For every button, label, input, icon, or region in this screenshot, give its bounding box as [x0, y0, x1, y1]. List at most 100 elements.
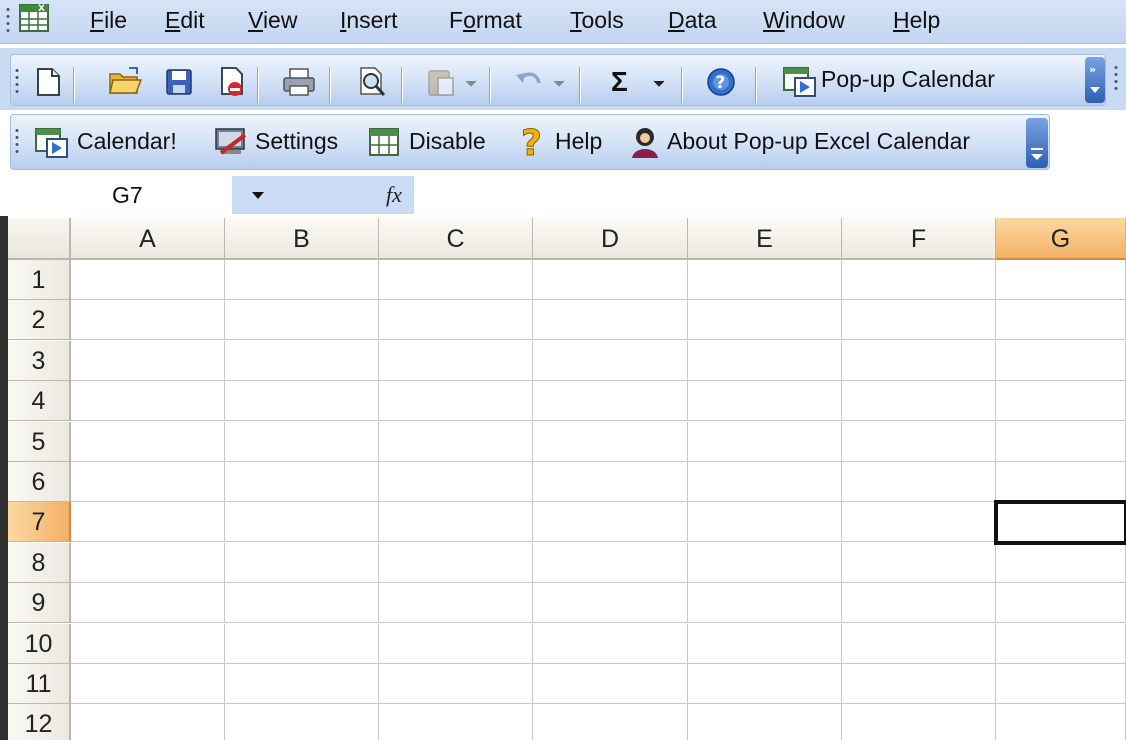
cell-c11[interactable] [379, 664, 533, 704]
cell-b12[interactable] [225, 704, 379, 740]
cell-b11[interactable] [225, 664, 379, 704]
autosum-icon[interactable]: Σ [611, 66, 628, 98]
cell-a7[interactable] [71, 502, 225, 543]
cell-d4[interactable] [533, 381, 688, 422]
cell-c3[interactable] [379, 340, 533, 381]
cell-g4[interactable] [996, 381, 1126, 422]
cell-d11[interactable] [533, 664, 688, 704]
cell-b7[interactable] [225, 502, 379, 543]
cell-e8[interactable] [688, 542, 842, 583]
cell-c5[interactable] [379, 421, 533, 462]
chevron-down-icon[interactable] [653, 80, 665, 88]
cell-e4[interactable] [688, 381, 842, 422]
cell-g12[interactable] [996, 704, 1126, 740]
row-header-5[interactable]: 5 [8, 421, 71, 462]
disable-calendar-icon[interactable] [367, 125, 403, 159]
menu-format[interactable]: Format [449, 6, 522, 34]
toolbar-options-button[interactable] [1026, 118, 1048, 168]
cell-e3[interactable] [688, 340, 842, 381]
cell-b5[interactable] [225, 421, 379, 462]
cell-e12[interactable] [688, 704, 842, 740]
menu-view[interactable]: View [248, 6, 297, 34]
row-header-3[interactable]: 3 [8, 340, 71, 381]
row-header-10[interactable]: 10 [8, 623, 71, 664]
cell-f6[interactable] [842, 462, 996, 502]
cell-g6[interactable] [996, 462, 1126, 502]
row-header-8[interactable]: 8 [8, 542, 71, 583]
calendar-icon[interactable] [33, 125, 69, 159]
cell-f8[interactable] [842, 542, 996, 583]
cell-g11[interactable] [996, 664, 1126, 704]
paste-icon[interactable] [425, 66, 457, 98]
cell-b9[interactable] [225, 583, 379, 624]
cell-d2[interactable] [533, 300, 688, 341]
save-icon[interactable] [163, 66, 195, 98]
cell-f7[interactable] [842, 502, 996, 543]
calendar-button[interactable]: Calendar! [77, 128, 177, 155]
cell-f5[interactable] [842, 421, 996, 462]
name-box-dropdown[interactable] [232, 176, 284, 214]
cell-g3[interactable] [996, 340, 1126, 381]
cell-g8[interactable] [996, 542, 1126, 583]
cell-c6[interactable] [379, 462, 533, 502]
permission-icon[interactable] [217, 65, 247, 99]
column-header-c[interactable]: C [379, 218, 533, 260]
cell-a4[interactable] [71, 381, 225, 422]
excel-app-icon[interactable]: X [16, 2, 54, 36]
help-icon[interactable]: ? [705, 66, 737, 98]
cell-e1[interactable] [688, 260, 842, 300]
cell-f2[interactable] [842, 300, 996, 341]
cell-a10[interactable] [71, 623, 225, 664]
settings-icon[interactable] [213, 125, 251, 159]
chevron-down-icon[interactable] [465, 80, 477, 88]
popup-calendar-button[interactable]: Pop-up Calendar [821, 66, 995, 93]
cell-d5[interactable] [533, 421, 688, 462]
cell-a6[interactable] [71, 462, 225, 502]
cell-g10[interactable] [996, 623, 1126, 664]
cell-b4[interactable] [225, 381, 379, 422]
open-folder-icon[interactable] [107, 66, 143, 98]
cell-a3[interactable] [71, 340, 225, 381]
menu-tools[interactable]: Tools [570, 6, 624, 34]
column-header-b[interactable]: B [225, 218, 379, 260]
select-all-corner[interactable] [8, 218, 71, 260]
cell-c1[interactable] [379, 260, 533, 300]
cell-d12[interactable] [533, 704, 688, 740]
cell-f4[interactable] [842, 381, 996, 422]
cell-f10[interactable] [842, 623, 996, 664]
toolbar-grip[interactable] [15, 67, 19, 97]
cell-e10[interactable] [688, 623, 842, 664]
cell-e9[interactable] [688, 583, 842, 624]
menu-window[interactable]: Window [763, 6, 845, 34]
cell-e11[interactable] [688, 664, 842, 704]
cell-d1[interactable] [533, 260, 688, 300]
toolbar-grip[interactable] [1114, 64, 1118, 94]
cell-c7[interactable] [379, 502, 533, 543]
cell-b3[interactable] [225, 340, 379, 381]
cell-a11[interactable] [71, 664, 225, 704]
disable-button[interactable]: Disable [409, 128, 486, 155]
cell-f3[interactable] [842, 340, 996, 381]
chevron-down-icon[interactable] [232, 176, 284, 214]
print-icon[interactable] [281, 66, 317, 98]
row-header-11[interactable]: 11 [8, 664, 71, 704]
cell-a2[interactable] [71, 300, 225, 341]
cell-c4[interactable] [379, 381, 533, 422]
cell-d8[interactable] [533, 542, 688, 583]
help-button[interactable]: Help [555, 128, 602, 155]
name-box[interactable]: G7 [12, 176, 232, 214]
cell-e6[interactable] [688, 462, 842, 502]
cell-g5[interactable] [996, 421, 1126, 462]
cell-a1[interactable] [71, 260, 225, 300]
cell-a12[interactable] [71, 704, 225, 740]
insert-function-icon[interactable]: fx [386, 182, 402, 208]
row-header-7[interactable]: 7 [8, 502, 71, 543]
print-preview-icon[interactable] [355, 64, 389, 100]
column-header-f[interactable]: F [842, 218, 996, 260]
cell-c10[interactable] [379, 623, 533, 664]
row-header-12[interactable]: 12 [8, 704, 71, 740]
cell-b2[interactable] [225, 300, 379, 341]
row-header-1[interactable]: 1 [8, 260, 71, 300]
row-header-6[interactable]: 6 [8, 462, 71, 502]
cell-g1[interactable] [996, 260, 1126, 300]
